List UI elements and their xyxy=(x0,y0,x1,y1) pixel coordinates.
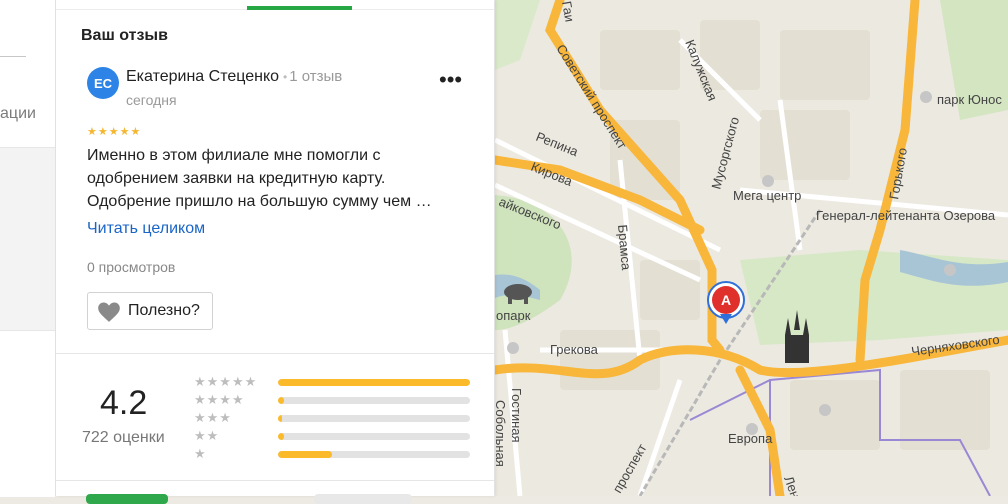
author-review-count[interactable]: 1 отзыв xyxy=(289,68,342,85)
poi-label: парк Юнос xyxy=(937,92,1002,107)
poi-label: опарк xyxy=(496,308,531,323)
marker-letter: A xyxy=(721,292,731,308)
section-divider xyxy=(56,353,494,354)
street-label: Грекова xyxy=(550,342,599,357)
avatar-initials: ЕС xyxy=(93,75,113,91)
row-stars-icon: ★ xyxy=(194,446,207,461)
left-strip-lower xyxy=(0,330,55,497)
rating-bar-track xyxy=(278,397,470,404)
street-label: Гостиная xyxy=(509,388,524,443)
rating-bar-track xyxy=(278,451,470,458)
left-sidebar-strip: ации xyxy=(0,0,56,497)
rating-bar-track xyxy=(278,379,470,386)
rating-row-4[interactable]: ★★★★ xyxy=(194,392,474,408)
heart-icon xyxy=(98,302,120,322)
rating-count: 722 оценки xyxy=(82,429,165,446)
reviews-panel: Ваш отзыв ЕС Екатерина Стеценко • 1 отзыв … xyxy=(56,0,495,504)
street-label: Генерал-лейтенанта Озерова xyxy=(816,208,996,223)
row-stars-icon: ★★★★ xyxy=(194,392,245,407)
review-author-line: Екатерина Стеценко • 1 отзыв xyxy=(126,68,342,86)
poi-label: Европа xyxy=(728,431,773,446)
separator-dot: • xyxy=(283,70,288,84)
review-text: Именно в этом филиале мне помогли с одоб… xyxy=(87,147,432,210)
park-poi-icon xyxy=(920,91,932,103)
poi-label: Мега центр xyxy=(733,188,801,203)
divider-line xyxy=(0,56,26,57)
park-poi-icon xyxy=(507,342,519,354)
review-date: сегодня xyxy=(126,92,177,108)
rating-bar-track xyxy=(278,433,470,440)
read-more-link[interactable]: Читать целиком xyxy=(87,220,205,238)
average-rating: 4.2 xyxy=(100,384,148,422)
rating-bar-fill xyxy=(278,415,282,422)
poi-icon xyxy=(819,404,831,416)
row-stars-icon: ★★★ xyxy=(194,410,232,425)
rating-bar-fill xyxy=(278,379,470,386)
bottom-actions xyxy=(56,480,494,504)
review-rating-stars: ★★★★★ xyxy=(87,126,142,138)
rating-bar-fill xyxy=(278,433,284,440)
section-title: Ваш отзыв xyxy=(81,27,168,44)
row-stars-icon: ★★ xyxy=(194,428,220,443)
rating-row-3[interactable]: ★★★ xyxy=(194,410,474,426)
useful-label: Полезно? xyxy=(128,302,200,319)
left-strip-upper: ации xyxy=(0,0,55,148)
street-label: Собольная xyxy=(493,400,508,467)
more-options-icon[interactable]: ••• xyxy=(439,69,462,91)
avatar[interactable]: ЕС xyxy=(87,67,119,99)
shop-icon xyxy=(762,175,774,187)
rating-bar-fill xyxy=(278,397,284,404)
left-strip-label[interactable]: ации xyxy=(0,105,36,123)
author-name[interactable]: Екатерина Стеценко xyxy=(126,68,279,85)
rating-row-5[interactable]: ★★★★★ xyxy=(194,374,474,390)
useful-button[interactable]: Полезно? xyxy=(87,292,213,330)
rating-bar-track xyxy=(278,415,470,422)
row-stars-icon: ★★★★★ xyxy=(194,374,258,389)
rating-row-2[interactable]: ★★ xyxy=(194,428,474,444)
park-poi-icon xyxy=(944,264,956,276)
views-count: 0 просмотров xyxy=(87,259,176,275)
active-tab-indicator xyxy=(247,6,352,10)
rating-row-1[interactable]: ★ xyxy=(194,446,474,462)
rating-bar-fill xyxy=(278,451,332,458)
